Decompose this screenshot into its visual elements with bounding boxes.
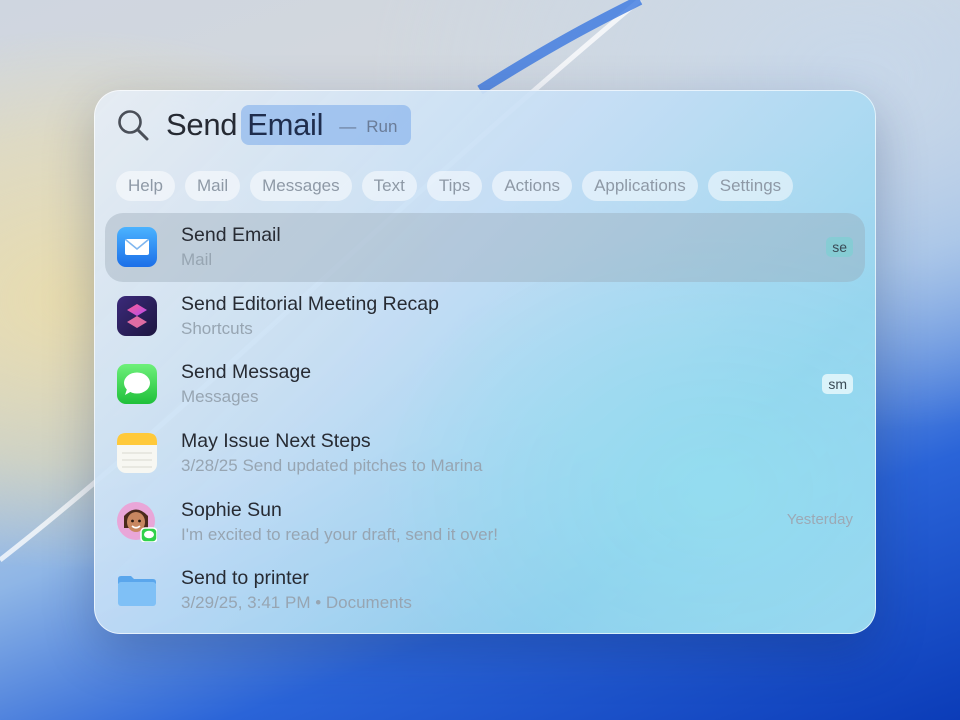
result-row-send-to-printer[interactable]: Send to printer 3/29/25, 3:41 PM • Docum…: [105, 556, 865, 625]
filter-chip-text[interactable]: Text: [361, 171, 417, 201]
filter-chip-mail[interactable]: Mail: [184, 171, 241, 201]
result-row-send-email[interactable]: Send Email Mail se: [105, 213, 865, 282]
filter-chip-messages[interactable]: Messages: [250, 171, 352, 201]
result-title: Send Email: [181, 224, 281, 247]
result-row-may-issue-next-steps[interactable]: May Issue Next Steps 3/28/25 Send update…: [105, 419, 865, 488]
search-completion[interactable]: Email — Run: [241, 105, 412, 145]
result-subtitle: I'm excited to read your draft, send it …: [181, 524, 498, 544]
spotlight-panel: Send Email — Run Help Mail Messages Text…: [94, 90, 876, 634]
completion-text: Email: [247, 107, 324, 142]
result-subtitle: Mail: [181, 250, 213, 270]
shortcuts-icon: [117, 295, 157, 336]
result-subtitle: 3/29/25, 3:41 PM • Documents: [181, 593, 412, 613]
search-icon: [118, 110, 149, 141]
result-title: Send Message: [181, 361, 312, 384]
shortcut-badge: se: [826, 237, 853, 257]
search-query-text[interactable]: Send: [166, 107, 238, 143]
messages-icon: [117, 364, 157, 405]
filter-chip-applications[interactable]: Applications: [582, 171, 698, 201]
result-row-send-editorial-meeting-recap[interactable]: Send Editorial Meeting Recap Shortcuts: [105, 282, 865, 351]
notes-icon: [117, 433, 157, 474]
filter-chip-help[interactable]: Help: [116, 171, 175, 201]
results-list: Send Email Mail se Send Editorial Meetin…: [105, 213, 865, 625]
filter-chip-settings[interactable]: Settings: [707, 171, 794, 201]
completion-separator: —: [339, 117, 357, 136]
filter-chips: Help Mail Messages Text Tips Actions App…: [116, 171, 794, 201]
result-title: May Issue Next Steps: [181, 430, 371, 453]
result-subtitle: 3/28/25 Send updated pitches to Marina: [181, 456, 483, 476]
mail-icon: [117, 227, 157, 268]
result-title: Send Editorial Meeting Recap: [181, 292, 439, 315]
search-bar[interactable]: Send Email — Run: [116, 104, 856, 146]
shortcut-badge: sm: [822, 374, 853, 395]
folder-icon: [118, 576, 156, 607]
result-date: Yesterday: [786, 511, 853, 529]
result-row-sophie-sun[interactable]: Sophie Sun I'm excited to read your draf…: [105, 487, 865, 556]
result-subtitle: Messages: [181, 387, 259, 407]
result-title: Send to printer: [181, 567, 309, 590]
result-subtitle: Shortcuts: [181, 318, 253, 338]
completion-action-label: Run: [366, 117, 398, 136]
filter-chip-tips[interactable]: Tips: [426, 171, 483, 201]
result-title: Sophie Sun: [181, 498, 282, 521]
result-row-send-message[interactable]: Send Message Messages sm: [105, 350, 865, 419]
filter-chip-actions[interactable]: Actions: [492, 171, 573, 201]
contact-avatar-icon: [117, 501, 157, 542]
